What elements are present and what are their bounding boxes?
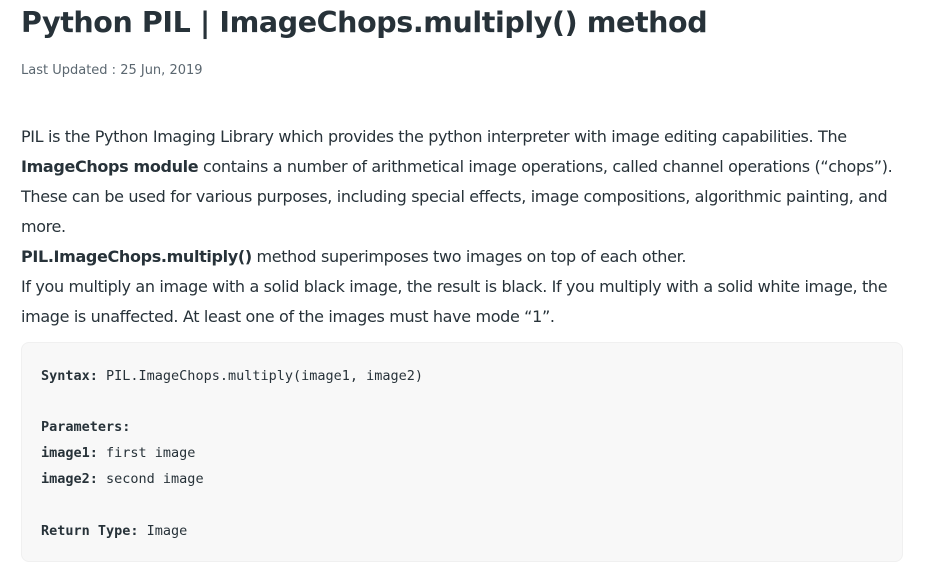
parameters-line: Parameters:: [41, 419, 130, 435]
param1-line: image1: first image: [41, 445, 195, 461]
method-bold-name: PIL.ImageChops.multiply(): [21, 247, 252, 266]
syntax-line: Syntax: PIL.ImageChops.multiply(image1, …: [41, 368, 423, 384]
param1-value: first image: [97, 445, 196, 461]
intro-bold-module: ImageChops module: [21, 157, 199, 176]
paragraph-intro: PIL is the Python Imaging Library which …: [21, 122, 905, 242]
intro-text-a: PIL is the Python Imaging Library which …: [21, 127, 847, 146]
param2-value: second image: [97, 471, 204, 487]
paragraph-method: PIL.ImageChops.multiply() method superim…: [21, 242, 905, 272]
parameters-label: Parameters:: [41, 419, 131, 435]
paragraph-multiply: If you multiply an image with a solid bl…: [21, 277, 888, 326]
article-body: PIL is the Python Imaging Library which …: [21, 122, 905, 332]
return-value: Image: [138, 523, 188, 539]
param2-label: image2:: [41, 471, 98, 487]
method-text: method superimposes two images on top of…: [251, 247, 687, 266]
param1-label: image1:: [41, 445, 98, 461]
code-block: Syntax: PIL.ImageChops.multiply(image1, …: [21, 342, 903, 562]
return-label: Return Type:: [41, 523, 139, 539]
param2-line: image2: second image: [41, 471, 204, 487]
syntax-value: PIL.ImageChops.multiply(image1, image2): [97, 368, 424, 384]
return-line: Return Type: Image: [41, 523, 187, 539]
last-updated: Last Updated : 25 Jun, 2019: [21, 63, 203, 78]
page-title: Python PIL | ImageChops.multiply() metho…: [21, 6, 708, 39]
syntax-label: Syntax:: [41, 368, 98, 384]
